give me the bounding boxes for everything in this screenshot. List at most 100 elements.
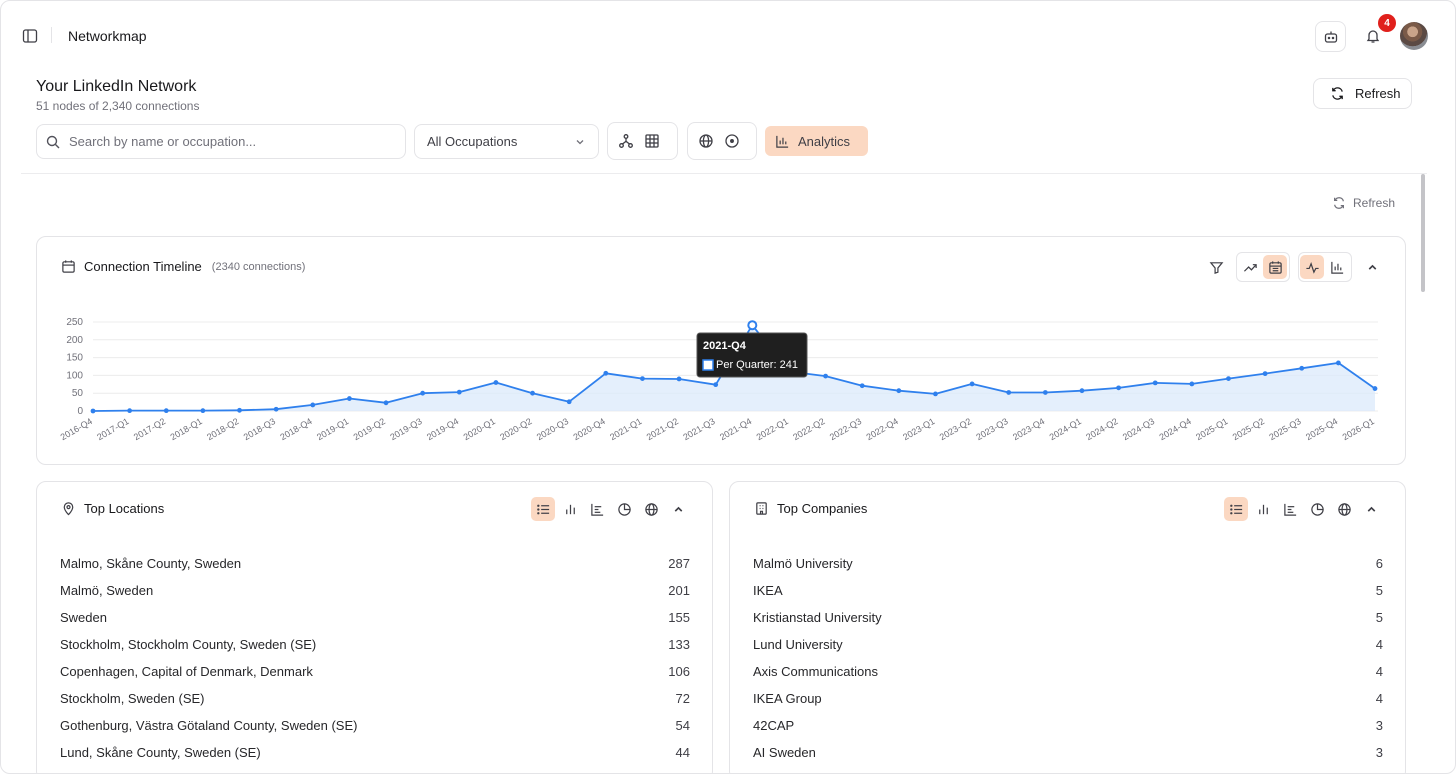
data-point[interactable] [566,399,572,405]
list-item[interactable]: Lund, Skåne County, Sweden (SE) 44 [60,739,690,766]
analytics-button[interactable]: Analytics [765,126,868,156]
horizontal-bar-chart-icon[interactable] [1278,497,1302,521]
data-point[interactable] [310,402,316,408]
tooltip-label: Per Quarter: 241 [716,359,798,371]
data-point[interactable] [859,383,865,389]
list-item[interactable]: IKEA 5 [753,577,1383,604]
pie-chart-icon[interactable] [1305,497,1329,521]
x-tick-label: 2019-Q3 [388,416,423,442]
data-point[interactable] [676,376,682,382]
chevron-down-icon [574,136,586,148]
data-point[interactable] [1299,365,1305,371]
data-point[interactable] [493,380,499,385]
collapse-chevron-up-icon[interactable] [1360,255,1384,279]
list-item[interactable]: Malmö University 6 [753,550,1383,577]
data-point[interactable] [713,382,719,388]
pie-chart-icon[interactable] [612,497,636,521]
data-point[interactable] [163,408,169,414]
data-point[interactable] [1152,380,1158,386]
locations-header: Top Locations [61,501,164,516]
list-item-name: Stockholm, Stockholm County, Sweden (SE) [60,637,317,652]
collapse-chevron-up-icon[interactable] [666,497,690,521]
analytics-refresh-label: Refresh [1353,196,1396,210]
x-tick-label: 2022-Q4 [864,416,899,442]
data-point[interactable] [237,407,242,413]
list-item[interactable]: Malmo, Skåne County, Sweden 287 [60,550,690,577]
data-point[interactable] [127,408,133,414]
list-item[interactable]: Gothenburg, Västra Götaland County, Swed… [60,712,690,739]
x-tick-label: 2021-Q4 [718,416,753,442]
list-item[interactable]: 42CAP 3 [753,712,1383,739]
globe-icon[interactable] [639,497,663,521]
globe-icon[interactable] [1332,497,1356,521]
data-point[interactable] [969,381,975,387]
analytics-refresh-button[interactable]: Refresh [1332,196,1395,210]
list-item-name: Sweden [60,610,107,625]
list-item[interactable]: Lund University 4 [753,631,1383,658]
data-point[interactable] [823,373,828,379]
list-item[interactable]: Axis Communications 4 [753,658,1383,685]
refresh-button[interactable]: Refresh [1313,78,1412,109]
globe-icon[interactable] [698,133,714,149]
data-point[interactable] [1116,385,1121,391]
data-point[interactable] [383,400,389,406]
bot-button[interactable] [1315,21,1346,52]
data-point[interactable] [1189,381,1195,387]
line-chart-icon[interactable] [1300,255,1324,279]
app-title: Networkmap [68,28,147,44]
data-point[interactable] [640,376,645,382]
horizontal-bar-chart-icon[interactable] [585,497,609,521]
search-input[interactable] [69,134,389,149]
filter-icon[interactable] [1204,255,1228,279]
list-item[interactable]: Kristianstad University 5 [753,604,1383,631]
data-point[interactable] [747,320,758,331]
list-item[interactable]: AI Sweden 3 [753,739,1383,766]
data-point[interactable] [273,406,279,412]
bar-chart-icon[interactable] [558,497,582,521]
list-item[interactable]: Malmö, Sweden 201 [60,577,690,604]
map-mode-group [687,122,757,160]
list-item[interactable]: IKEA Group 4 [753,685,1383,712]
data-point[interactable] [1335,360,1341,366]
data-point[interactable] [1262,371,1268,377]
data-point[interactable] [1372,386,1378,391]
x-tick-label: 2019-Q1 [315,416,350,442]
list-item[interactable]: Copenhagen, Capital of Denmark, Denmark 1… [60,658,690,685]
scrollbar[interactable] [1421,174,1425,292]
data-point[interactable] [456,389,462,395]
list-view-icon[interactable] [1224,497,1248,521]
data-point[interactable] [200,408,206,414]
data-point[interactable] [1042,390,1048,395]
companies-list: Malmö University 6 IKEA 5 Kristianstad Unive… [753,550,1383,766]
list-item[interactable]: Stockholm, Sweden (SE) 72 [60,685,690,712]
list-item-name: Copenhagen, Capital of Denmark, Denmark [60,664,313,679]
sidebar-toggle-icon[interactable] [21,27,39,45]
per-quarter-calendar-icon[interactable] [1263,255,1287,279]
network-graph-icon[interactable] [618,133,634,149]
cumulative-trend-icon[interactable] [1238,255,1262,279]
bar-chart-icon [775,134,790,149]
data-point[interactable] [530,390,535,396]
data-point[interactable] [896,388,902,394]
data-point[interactable] [1226,376,1231,382]
y-tick-label: 0 [77,406,83,417]
data-point[interactable] [347,396,352,401]
list-item[interactable]: Stockholm, Stockholm County, Sweden (SE)… [60,631,690,658]
data-point[interactable] [90,408,96,414]
bar-chart-icon[interactable] [1251,497,1275,521]
search-box[interactable] [36,124,406,159]
bar-chart-icon[interactable] [1325,255,1349,279]
collapse-chevron-up-icon[interactable] [1359,497,1383,521]
list-item[interactable]: Sweden 155 [60,604,690,631]
data-point[interactable] [933,391,938,397]
data-point[interactable] [420,390,426,396]
x-tick-label: 2024-Q1 [1048,416,1083,442]
data-point[interactable] [1006,390,1012,395]
avatar[interactable] [1400,22,1428,50]
data-point[interactable] [603,370,609,376]
data-point[interactable] [1079,388,1085,394]
occupation-select[interactable]: All Occupations [414,124,599,159]
target-icon[interactable] [724,133,740,149]
table-grid-icon[interactable] [644,133,660,149]
list-view-icon[interactable] [531,497,555,521]
